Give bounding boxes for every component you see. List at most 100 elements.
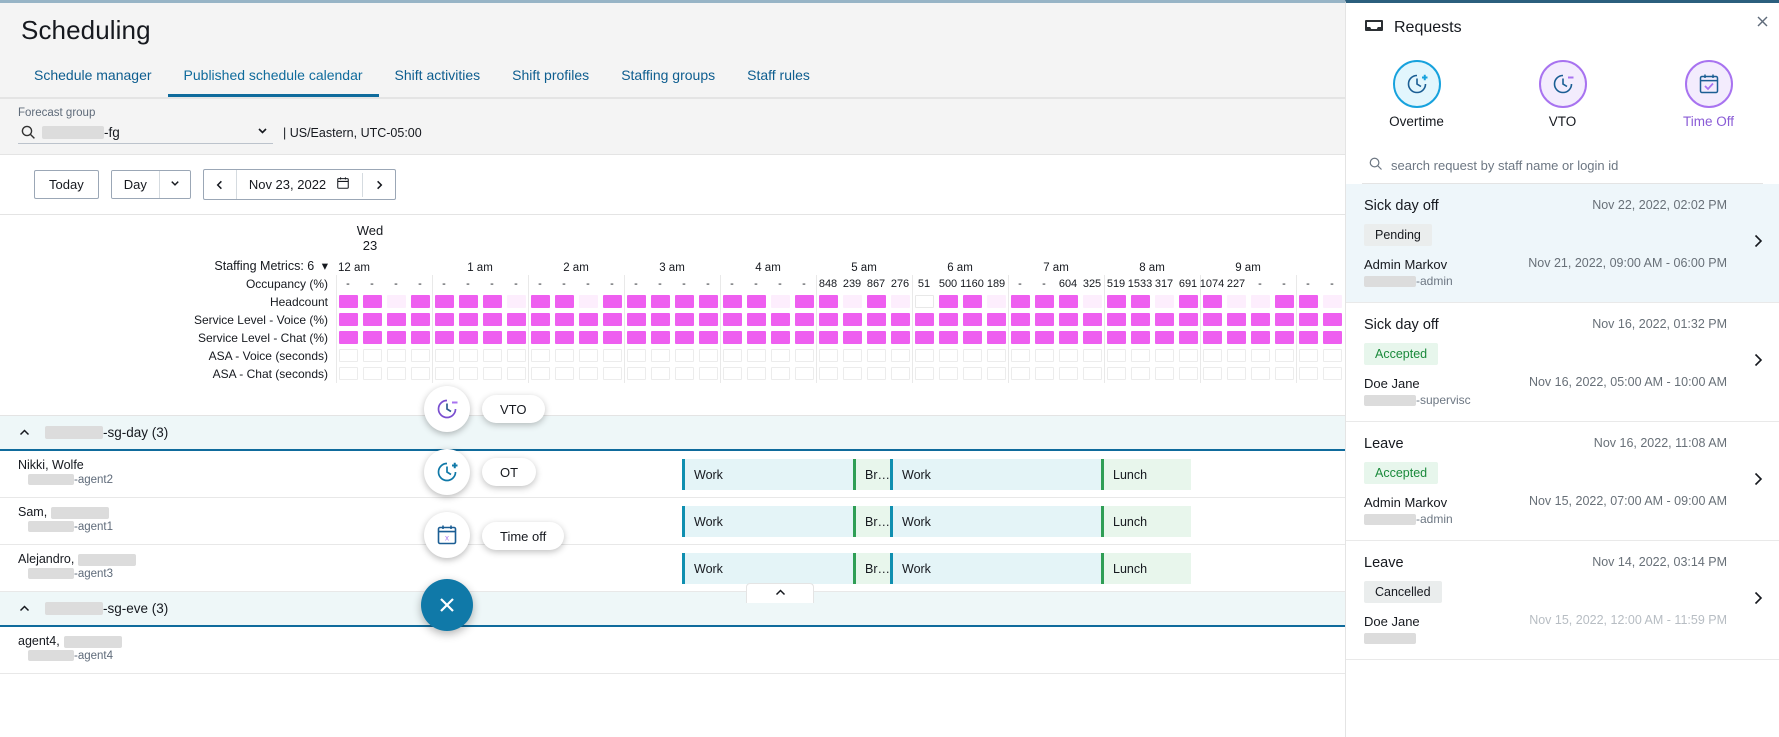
- chevron-down-icon[interactable]: [256, 124, 269, 140]
- tab-schedule-manager[interactable]: Schedule manager: [18, 58, 168, 97]
- ot-fab[interactable]: [424, 449, 470, 495]
- shift-segment-break[interactable]: Br…: [853, 459, 890, 490]
- metric-chip-empty: [459, 349, 478, 362]
- tab-bar: Schedule managerPublished schedule calen…: [0, 58, 1345, 98]
- tab-shift-profiles[interactable]: Shift profiles: [496, 58, 605, 97]
- staffing-group-lane: [336, 592, 1345, 627]
- request-login-id: -supervisc: [1364, 392, 1471, 409]
- prev-day-button[interactable]: [204, 173, 236, 197]
- chevron-right-icon[interactable]: [1753, 234, 1763, 253]
- calendar-icon[interactable]: [336, 176, 350, 193]
- chevron-right-icon[interactable]: [1753, 472, 1763, 491]
- metric-chip-empty: [963, 349, 982, 362]
- agent-shift-lane[interactable]: [336, 627, 1345, 674]
- request-list-item[interactable]: Sick day offNov 22, 2022, 02:02 PMPendin…: [1346, 184, 1779, 303]
- caret-down-icon[interactable]: ▾: [318, 259, 328, 273]
- tab-published-schedule-calendar[interactable]: Published schedule calendar: [168, 58, 379, 97]
- vto-fab[interactable]: [424, 386, 470, 432]
- shift-segment-break[interactable]: Br…: [853, 506, 890, 537]
- timeoff-fab-label[interactable]: Time off: [482, 522, 564, 550]
- request-list-item[interactable]: LeaveNov 16, 2022, 11:08 AMAcceptedAdmin…: [1346, 422, 1779, 541]
- agent-row[interactable]: Sam,-agent1: [0, 498, 336, 545]
- view-selector-value[interactable]: Day: [112, 171, 159, 198]
- request-type-overtime[interactable]: Overtime: [1374, 60, 1460, 129]
- staffing-group-header[interactable]: -sg-day (3): [0, 416, 336, 451]
- request-login-id: [1364, 630, 1420, 647]
- timeoff-fab[interactable]: x: [424, 512, 470, 558]
- shift-segment-work[interactable]: Work: [890, 459, 1101, 490]
- metric-cell: [528, 365, 552, 383]
- metric-cell: [336, 347, 360, 365]
- chevron-down-icon[interactable]: [159, 171, 190, 198]
- metric-cell: [1296, 347, 1320, 365]
- agent-shift-lane[interactable]: WorkBr…WorkLunch: [336, 545, 1345, 592]
- tab-shift-activities[interactable]: Shift activities: [379, 58, 497, 97]
- shift-segment-lunch[interactable]: Lunch: [1101, 459, 1191, 490]
- staffing-group-header[interactable]: -sg-eve (3): [0, 592, 336, 627]
- hour-label: 2 am: [563, 262, 589, 274]
- agent-login-id: -agent2: [18, 473, 336, 488]
- metric-chip-empty: [795, 367, 814, 380]
- agent-row[interactable]: agent4,-agent4: [0, 627, 336, 674]
- metric-chip-empty: [1299, 349, 1318, 362]
- metric-chip-empty: [339, 367, 358, 380]
- request-list-item[interactable]: LeaveNov 14, 2022, 03:14 PMCancelledDoe …: [1346, 541, 1779, 660]
- close-icon: [1756, 15, 1769, 28]
- shift-segment-lunch[interactable]: Lunch: [1101, 553, 1191, 584]
- chevron-up-icon[interactable]: [18, 426, 31, 440]
- metric-chip: [1035, 313, 1054, 326]
- agent-login-id: -agent4: [18, 649, 336, 664]
- metric-cell: [696, 365, 720, 383]
- shift-segment-break[interactable]: Br…: [853, 553, 890, 584]
- inbox-icon: [1364, 17, 1384, 38]
- metric-cell: -: [336, 275, 360, 293]
- requests-panel-header: Requests: [1346, 3, 1779, 48]
- metric-cell: -: [1320, 275, 1344, 293]
- metric-chip-empty: [1059, 349, 1078, 362]
- agent-row[interactable]: Nikki, Wolfe-agent2: [0, 451, 336, 498]
- metric-cell: [1320, 311, 1344, 329]
- shift-segment-work[interactable]: Work: [682, 506, 853, 537]
- vto-fab-label[interactable]: VTO: [482, 395, 545, 423]
- metric-cell: -: [768, 275, 792, 293]
- chevron-right-icon[interactable]: [1753, 353, 1763, 372]
- collapse-metrics-handle[interactable]: [746, 583, 814, 603]
- metric-cell: [912, 293, 936, 311]
- view-selector[interactable]: Day: [111, 170, 191, 199]
- forecast-group-select[interactable]: -fg: [18, 122, 273, 144]
- metric-chip-empty: [411, 367, 430, 380]
- request-type-time-off[interactable]: Time Off: [1666, 60, 1752, 129]
- tab-staff-rules[interactable]: Staff rules: [731, 58, 826, 97]
- shift-segment-work[interactable]: Work: [890, 553, 1101, 584]
- shift-segment-work[interactable]: Work: [890, 506, 1101, 537]
- metric-chip: [1011, 313, 1030, 326]
- close-quick-menu-button[interactable]: [421, 579, 473, 631]
- metric-label-3: Service Level - Chat (%): [0, 329, 336, 347]
- close-panel-button[interactable]: [1756, 15, 1769, 33]
- hour-label: 9 am: [1235, 262, 1261, 274]
- chevron-right-icon[interactable]: [1753, 591, 1763, 610]
- metric-cell: -: [360, 275, 384, 293]
- next-day-button[interactable]: [362, 173, 395, 197]
- shift-segment-work[interactable]: Work: [682, 553, 853, 584]
- metric-cell: [336, 365, 360, 383]
- agent-row[interactable]: Alejandro,-agent3: [0, 545, 336, 592]
- request-type-vto[interactable]: VTO: [1520, 60, 1606, 129]
- occupancy-value: -: [394, 275, 398, 293]
- today-button[interactable]: Today: [34, 170, 99, 200]
- metric-cell: [552, 329, 576, 347]
- hour-tick-0: 12 am: [336, 257, 432, 275]
- metric-chip: [771, 313, 790, 326]
- request-search[interactable]: search request by staff name or login id: [1362, 149, 1763, 184]
- occupancy-value: -: [682, 275, 686, 293]
- metric-cell: [696, 329, 720, 347]
- shift-segment-work[interactable]: Work: [682, 459, 853, 490]
- chevron-up-icon[interactable]: [18, 602, 31, 616]
- tab-staffing-groups[interactable]: Staffing groups: [605, 58, 731, 97]
- shift-segment-lunch[interactable]: Lunch: [1101, 506, 1191, 537]
- ot-fab-label[interactable]: OT: [482, 458, 536, 486]
- current-date[interactable]: Nov 23, 2022: [236, 170, 362, 199]
- staffing-metrics-toggle[interactable]: Staffing Metrics: 6 ▾: [0, 257, 336, 275]
- request-list-item[interactable]: Sick day offNov 16, 2022, 01:32 PMAccept…: [1346, 303, 1779, 422]
- metric-chip-empty: [939, 349, 958, 362]
